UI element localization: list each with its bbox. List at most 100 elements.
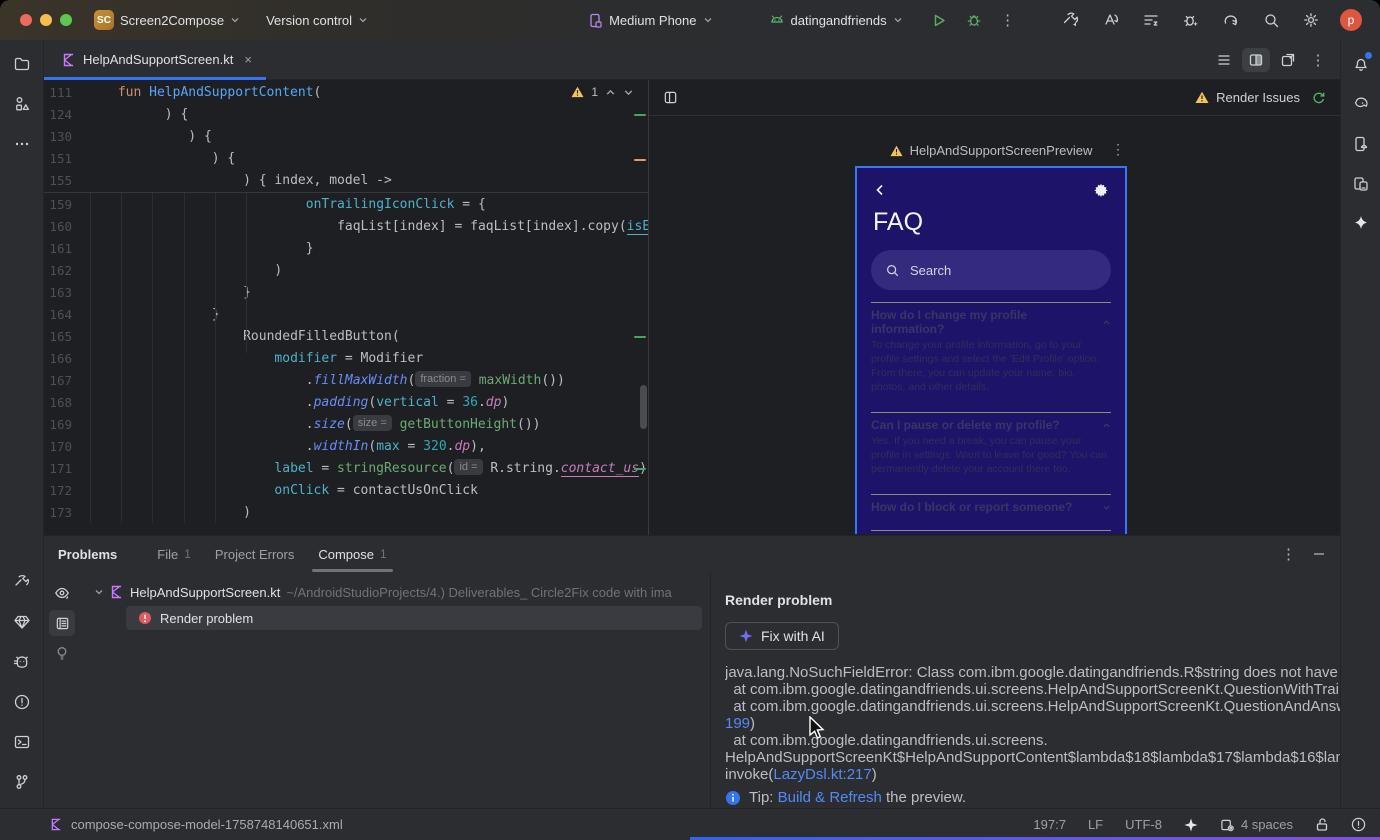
code-line: 159 onTrailingIconClick = { (44, 194, 648, 216)
structure-view-icon[interactable] (1210, 48, 1238, 72)
quickfix-bulb-icon[interactable] (49, 640, 75, 666)
window-controls (20, 14, 72, 26)
minimize-panel-icon[interactable] (1312, 547, 1326, 561)
problems-tree: HelpAndSupportScreen.kt ~/AndroidStudioP… (80, 572, 710, 808)
device-manager-icon[interactable] (1345, 128, 1377, 160)
more-run-options-icon[interactable]: ⋮ (991, 6, 1025, 34)
detach-editor-icon[interactable] (1274, 48, 1302, 72)
settings-gear-icon[interactable] (1093, 182, 1109, 198)
gemini-icon[interactable] (1345, 208, 1377, 240)
details-view-icon[interactable] (49, 610, 75, 636)
editor-tab[interactable]: HelpAndSupportScreen.kt × (44, 40, 266, 80)
tab-close-icon[interactable]: × (244, 52, 252, 67)
file-encoding[interactable]: UTF-8 (1125, 817, 1162, 832)
line-number: 171 (49, 461, 72, 476)
error-icon (139, 612, 151, 624)
code-line: 130) { (44, 126, 648, 148)
faq-item[interactable]: Why did my match disappear? (871, 530, 1111, 534)
preview-label[interactable]: HelpAndSupportScreenPreview (855, 143, 1127, 158)
editor-more-icon[interactable]: ⋮ (1306, 48, 1330, 72)
line-number: 111 (49, 85, 72, 100)
tab-count: 1 (380, 547, 387, 561)
problems-file-node[interactable]: HelpAndSupportScreen.kt ~/AndroidStudioP… (80, 580, 710, 604)
device-selector[interactable]: Medium Phone (582, 9, 718, 32)
unlock-icon[interactable] (1315, 817, 1329, 832)
prev-issue-icon[interactable] (605, 87, 616, 98)
stack-trace-link[interactable]: LazyDsl.kt:217 (773, 766, 871, 783)
cursor-position[interactable]: 197:7 (1033, 817, 1066, 832)
ai-star-icon (739, 629, 753, 643)
chevron-down-icon (704, 18, 711, 23)
preview-more-icon[interactable]: ⋮ (1111, 141, 1126, 158)
faq-item[interactable]: Can I pause or delete my profile? Yes. If… (871, 412, 1111, 476)
project-folder-icon[interactable] (6, 48, 38, 80)
stack-trace-text: invoke( (725, 766, 774, 783)
problems-tool-window-icon[interactable] (6, 686, 38, 718)
debug-button[interactable] (957, 6, 991, 34)
back-chevron-icon[interactable] (873, 183, 887, 197)
chevron-down-icon (231, 18, 239, 23)
tab-compose[interactable]: Compose 1 (306, 536, 398, 572)
bug-ai-icon[interactable] (1174, 6, 1208, 34)
settings-icon[interactable] (1294, 6, 1328, 34)
app-quality-insights-icon[interactable] (6, 606, 38, 638)
chevron-down-icon[interactable] (94, 587, 104, 597)
search-everywhere-icon[interactable] (1254, 6, 1288, 34)
code-editor[interactable]: 111 fun HelpAndSupportContent(124) {130) … (44, 80, 648, 535)
version-control-icon[interactable] (6, 766, 38, 798)
project-widget[interactable]: SC Screen2Compose (88, 6, 246, 34)
ai-code-actions-icon[interactable] (1094, 6, 1128, 34)
tab-project-errors[interactable]: Project Errors (203, 536, 306, 572)
next-issue-icon[interactable] (623, 87, 634, 98)
build-refresh-link[interactable]: Build & Refresh (778, 789, 882, 806)
build-variants-icon[interactable] (1134, 6, 1168, 34)
faq-screen-title: FAQ (873, 208, 924, 236)
layout-mode-icon[interactable] (657, 86, 683, 110)
problems-header: Problems File 1 Project Errors Compose 1 ⋮ (44, 536, 1340, 572)
problems-left-toolbar (44, 572, 80, 808)
ai-status-icon[interactable] (1184, 818, 1198, 832)
left-activity-bar (0, 40, 44, 808)
preview-canvas: HelpAndSupportScreenPreview ⋮ FAQ Search… (649, 116, 1340, 534)
gradle-icon[interactable] (1345, 88, 1377, 120)
user-avatar[interactable]: p (1334, 6, 1368, 34)
stack-trace-text: at com.ibm.google.datingandfriends.ui.sc… (725, 732, 1048, 749)
build-refresh-icon[interactable] (1311, 90, 1326, 105)
status-file-name[interactable]: compose-compose-model-1758748140651.xml (71, 817, 343, 832)
running-devices-icon[interactable] (1345, 168, 1377, 200)
minimize-window-button[interactable] (40, 14, 52, 26)
line-separator[interactable]: LF (1088, 817, 1103, 832)
view-options-icon[interactable] (49, 580, 75, 606)
build-tool-window-icon[interactable] (6, 566, 38, 598)
faq-item[interactable]: How do I change my profile information? T… (871, 302, 1111, 394)
faq-item[interactable]: How do I block or report someone? (871, 494, 1111, 530)
resource-manager-icon[interactable] (6, 88, 38, 120)
notifications-icon[interactable] (1345, 48, 1377, 80)
run-button[interactable] (923, 6, 957, 34)
phone-preview-frame[interactable]: FAQ Search How do I change my profile in… (855, 166, 1127, 534)
render-issues-widget[interactable]: Render Issues (1195, 90, 1326, 105)
indent-config[interactable]: 4 spaces (1220, 817, 1293, 832)
build-icon[interactable] (1054, 6, 1088, 34)
vcs-widget[interactable]: Version control (260, 9, 374, 32)
panel-more-icon[interactable]: ⋮ (1281, 545, 1296, 563)
fix-with-ai-button[interactable]: Fix with AI (725, 622, 839, 650)
run-configuration-selector[interactable]: datingandfriends (763, 8, 909, 32)
more-tool-windows-icon[interactable] (6, 128, 38, 160)
maximize-window-button[interactable] (60, 14, 72, 26)
split-preview-toggle-icon[interactable] (1242, 47, 1270, 72)
stack-trace-link[interactable]: 199 (725, 715, 750, 732)
gradle-sync-icon[interactable] (1214, 6, 1248, 34)
terminal-icon[interactable] (6, 726, 38, 758)
logcat-icon[interactable] (6, 646, 38, 678)
search-icon (887, 264, 899, 276)
chevron-up-icon (1103, 319, 1110, 324)
editor-scrollbar[interactable] (640, 385, 647, 429)
code-line: 161} (44, 238, 648, 260)
close-window-button[interactable] (20, 14, 32, 26)
render-problem-row[interactable]: Render problem (126, 606, 702, 630)
error-status-icon[interactable] (1351, 817, 1366, 832)
tab-file[interactable]: File 1 (145, 536, 203, 572)
scroll-mark (634, 159, 646, 161)
faq-search-bar[interactable]: Search (871, 250, 1111, 290)
